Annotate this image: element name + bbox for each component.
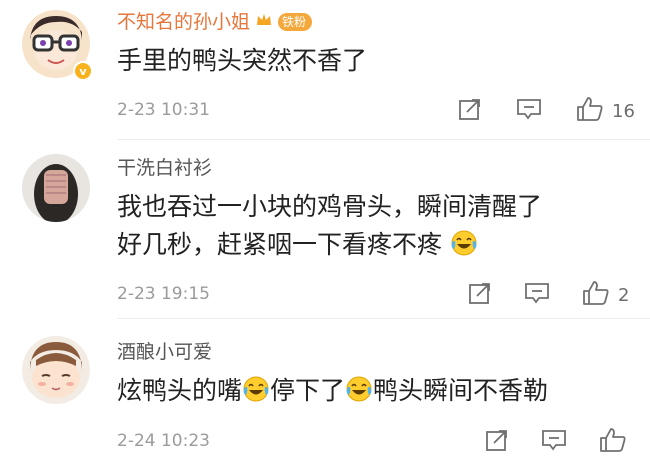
username[interactable]: 不知名的孙小姐	[117, 10, 250, 34]
like-count: 2	[618, 284, 630, 306]
comment-text-line-2: 好几秒，赶紧咽一下看疼不疼	[117, 226, 542, 268]
comment-text-line: 好几秒，赶紧咽一下看疼不疼	[117, 230, 443, 259]
comment-text: 炫鸭头的嘴 停下了 鸭头瞬间不香勒	[117, 372, 548, 414]
name-row: 酒酿小可爱	[117, 340, 212, 364]
share-icon[interactable]	[485, 428, 509, 456]
avatar[interactable]	[22, 336, 90, 404]
comment-text-line: 我也吞过一小块的鸡骨头，瞬间清醒了	[117, 192, 543, 221]
comment-text: 手里的鸭头突然不香了	[117, 42, 367, 80]
username[interactable]: 干洗白衬衫	[117, 156, 212, 180]
comment-icon[interactable]	[524, 281, 550, 309]
action-bar	[485, 427, 635, 457]
laughing-tears-emoji	[450, 229, 478, 268]
timestamp: 2-23 10:31	[117, 100, 210, 120]
comment-text: 我也吞过一小块的鸡骨头，瞬间清醒了 好几秒，赶紧咽一下看疼不疼	[117, 188, 542, 268]
comment-icon[interactable]	[541, 428, 567, 456]
laughing-tears-emoji	[242, 375, 270, 414]
thumbs-up-icon[interactable]	[576, 96, 604, 126]
comment-text-line: 手里的鸭头突然不香了	[117, 46, 368, 75]
comment-3: 酒酿小可爱 炫鸭头的嘴 停下了 鸭头瞬间不香勒 2-24 10:23	[0, 318, 650, 472]
vip-badge: v	[73, 61, 93, 81]
timestamp: 2-23 19:15	[117, 284, 210, 304]
comment-text-part: 鸭头瞬间不香勒	[373, 376, 549, 405]
thumbs-up-icon[interactable]	[599, 427, 627, 457]
laughing-tears-emoji	[345, 375, 373, 414]
comment-2: 干洗白衬衫 我也吞过一小块的鸡骨头，瞬间清醒了 好几秒，赶紧咽一下看疼不疼 2-…	[0, 140, 650, 319]
comment-icon[interactable]	[516, 97, 542, 125]
vip-label: v	[79, 64, 87, 78]
avatar-image	[22, 336, 90, 404]
username[interactable]: 酒酿小可爱	[117, 340, 212, 364]
fan-badge: 铁粉	[278, 13, 313, 31]
timestamp: 2-24 10:23	[117, 431, 210, 451]
name-row: 干洗白衬衫	[117, 156, 212, 180]
crown-icon	[256, 13, 272, 31]
like-count: 16	[612, 100, 635, 122]
comment-1: v 不知名的孙小姐 铁粉 手里的鸭头突然不香了 2-23 10:31 16	[0, 0, 650, 140]
comment-text-part: 停下了	[270, 376, 346, 405]
share-icon[interactable]	[458, 97, 482, 125]
thumbs-up-icon[interactable]	[582, 280, 610, 310]
comment-text-part: 炫鸭头的嘴	[117, 376, 243, 405]
share-icon[interactable]	[468, 281, 492, 309]
action-bar: 2	[468, 280, 629, 310]
action-bar: 16	[458, 96, 635, 126]
avatar[interactable]	[22, 154, 90, 222]
avatar-image	[22, 154, 90, 222]
name-row: 不知名的孙小姐 铁粉	[117, 10, 313, 34]
